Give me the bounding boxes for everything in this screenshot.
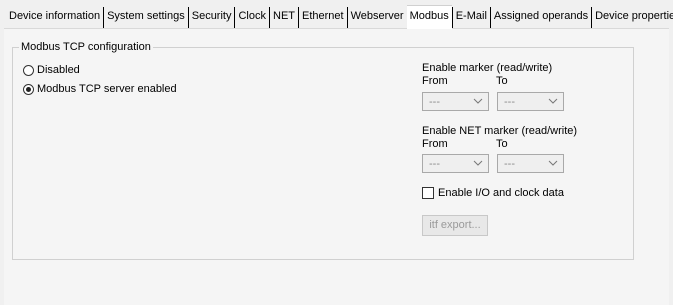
modbus-tcp-config-group: Modbus TCP configuration Disabled Modbus… xyxy=(12,40,634,260)
chevron-down-icon xyxy=(473,160,483,166)
tab-assigned-operands[interactable]: Assigned operands xyxy=(490,7,593,28)
chevron-down-icon xyxy=(473,98,483,104)
enable-io-clock-checkbox-row[interactable]: Enable I/O and clock data xyxy=(422,187,564,199)
net-marker-title: Enable NET marker (read/write) xyxy=(422,125,578,137)
tab-net[interactable]: NET xyxy=(270,7,299,28)
marker-to-label: To xyxy=(496,75,508,87)
net-marker-from-label: From xyxy=(422,138,448,150)
group-title: Modbus TCP configuration xyxy=(19,40,153,54)
tab-clock[interactable]: Clock xyxy=(235,7,270,28)
net-marker-from-value: --- xyxy=(429,158,440,170)
tab-ethernet[interactable]: Ethernet xyxy=(299,7,348,28)
tab-security[interactable]: Security xyxy=(188,7,236,28)
chevron-down-icon xyxy=(548,160,558,166)
radio-server-enabled-label: Modbus TCP server enabled xyxy=(37,83,177,95)
radio-disabled[interactable]: Disabled xyxy=(23,63,80,77)
itf-export-button[interactable]: itf export... xyxy=(422,215,488,236)
net-marker-to-label: To xyxy=(496,138,508,150)
chevron-down-icon xyxy=(548,98,558,104)
enable-io-clock-checkbox[interactable] xyxy=(422,187,434,199)
radio-disabled-label: Disabled xyxy=(37,64,80,76)
clipped-title-strip xyxy=(0,0,673,5)
enable-io-clock-label: Enable I/O and clock data xyxy=(438,187,564,199)
marker-from-value: --- xyxy=(429,96,440,108)
marker-from-label: From xyxy=(422,75,448,87)
marker-to-value: --- xyxy=(504,96,515,108)
radio-server-enabled-circle[interactable] xyxy=(23,83,34,95)
net-marker-from-select[interactable]: --- xyxy=(422,154,489,173)
radio-modbus-server-enabled[interactable]: Modbus TCP server enabled xyxy=(23,82,177,96)
modbus-tab-panel: Modbus TCP configuration Disabled Modbus… xyxy=(4,28,669,305)
tab-bar: Device information System settings Secur… xyxy=(6,5,673,29)
marker-title: Enable marker (read/write) xyxy=(422,62,553,74)
tab-modbus[interactable]: Modbus xyxy=(406,5,452,29)
net-marker-to-select[interactable]: --- xyxy=(497,154,564,173)
tab-device-information[interactable]: Device information xyxy=(6,7,105,28)
tab-system-settings[interactable]: System settings xyxy=(104,7,189,28)
tab-device-properties[interactable]: Device properties xyxy=(592,7,673,28)
tab-email[interactable]: E-Mail xyxy=(451,7,491,28)
radio-disabled-circle[interactable] xyxy=(23,64,34,76)
net-marker-to-value: --- xyxy=(504,158,515,170)
marker-to-select[interactable]: --- xyxy=(497,92,564,111)
tab-webserver[interactable]: Webserver xyxy=(347,7,407,28)
marker-from-select[interactable]: --- xyxy=(422,92,489,111)
